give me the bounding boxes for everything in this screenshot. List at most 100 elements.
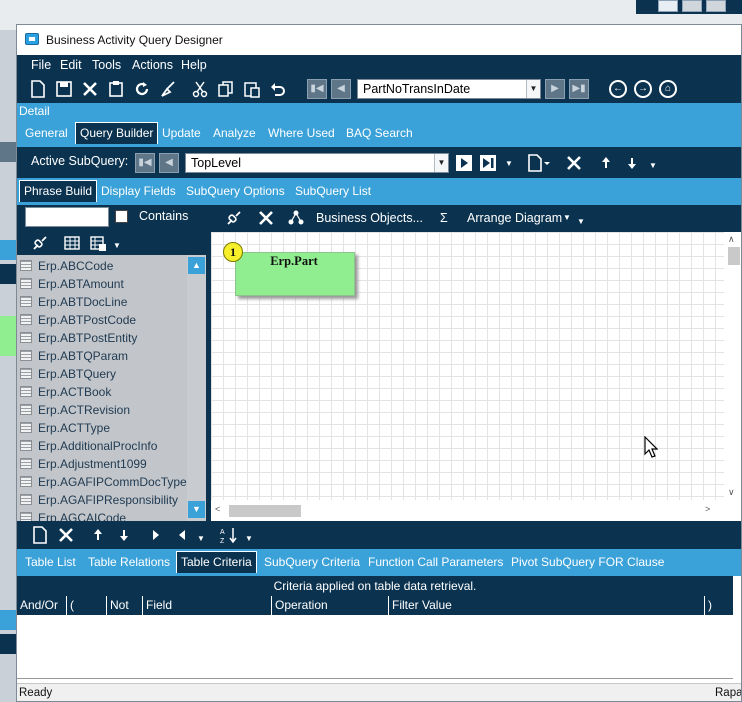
tab-pivot-subquery-for-clause[interactable]: Pivot SubQuery FOR Clause (511, 555, 664, 569)
contains-checkbox[interactable] (115, 210, 128, 223)
new-criteria-icon[interactable] (31, 526, 49, 544)
subquery-prev-button[interactable]: ◀ (159, 153, 179, 173)
column-header-not[interactable]: Not (107, 596, 143, 615)
chevron-down-icon[interactable]: ▼ (245, 534, 253, 543)
link-icon[interactable] (31, 234, 49, 252)
subquery-combo[interactable]: TopLevel ▼ (185, 153, 449, 173)
column-header-field[interactable]: Field (143, 596, 272, 615)
table-list-item[interactable]: Erp.ABTAmount (17, 275, 187, 293)
title-bar[interactable]: Business Activity Query Designer (17, 25, 741, 55)
scroll-up-icon[interactable]: ∧ (728, 234, 735, 245)
table-list-item[interactable]: Erp.AGAFIPResponsibility (17, 491, 187, 509)
diagram-vertical-scrollbar[interactable]: ∧ ∨ (724, 232, 741, 500)
table-list-item[interactable]: Erp.ACTBook (17, 383, 187, 401)
scroll-right-icon[interactable]: > (705, 504, 710, 514)
subquery-last-icon[interactable] (479, 154, 497, 172)
tab-analyze[interactable]: Analyze (213, 126, 256, 140)
move-down-icon[interactable] (623, 154, 641, 172)
chevron-down-icon[interactable]: ▼ (113, 241, 121, 250)
table-filter-input[interactable] (25, 207, 109, 227)
scroll-left-icon[interactable]: < (215, 504, 220, 514)
forward-icon[interactable]: → (634, 80, 652, 98)
chevron-down-icon[interactable]: ▼ (526, 80, 540, 98)
move-up-icon[interactable] (89, 526, 107, 544)
column-header-filter-value[interactable]: Filter Value (389, 596, 705, 615)
tab-table-relations[interactable]: Table Relations (88, 555, 170, 569)
column-header-and-or[interactable]: And/Or (17, 596, 67, 615)
tab-baq-search[interactable]: BAQ Search (346, 126, 413, 140)
table-list-item[interactable]: Erp.ABTDocLine (17, 293, 187, 311)
summary-button[interactable]: Σ (440, 211, 448, 225)
menu-edit[interactable]: Edit (60, 58, 82, 72)
clipboard-icon[interactable] (107, 80, 125, 98)
indent-left-icon[interactable] (173, 526, 191, 544)
chevron-down-icon[interactable]: ▼ (505, 159, 513, 168)
last-record-button[interactable]: ▶▮ (569, 79, 589, 99)
table-node[interactable]: Erp.Part (235, 252, 355, 296)
tab-subquery-criteria[interactable]: SubQuery Criteria (264, 555, 360, 569)
join-icon[interactable] (225, 209, 243, 227)
chevron-down-icon[interactable]: ▼ (197, 534, 205, 543)
column-header-operation[interactable]: Operation (272, 596, 389, 615)
subquery-first-button[interactable]: ▮◀ (135, 153, 155, 173)
table-list-item[interactable]: Erp.ACTRevision (17, 401, 187, 419)
move-down-icon[interactable] (115, 526, 133, 544)
save-icon[interactable] (55, 80, 73, 98)
first-record-button[interactable]: ▮◀ (307, 79, 327, 99)
indent-right-icon[interactable] (147, 526, 165, 544)
remove-table-icon[interactable] (257, 209, 275, 227)
menu-file[interactable]: File (31, 58, 51, 72)
copy-icon[interactable] (217, 80, 235, 98)
table-list-item[interactable]: Erp.AdditionalProcInfo (17, 437, 187, 455)
table-list-item[interactable]: Erp.ABCCode (17, 257, 187, 275)
undo-icon[interactable] (269, 80, 287, 98)
scroll-up-icon[interactable]: ▲ (188, 257, 205, 274)
menu-actions[interactable]: Actions (132, 58, 173, 72)
next-record-button[interactable]: ▶ (545, 79, 565, 99)
subquery-next-icon[interactable] (455, 154, 473, 172)
table-list-item[interactable]: Erp.Adjustment1099 (17, 455, 187, 473)
menu-tools[interactable]: Tools (92, 58, 121, 72)
delete-criteria-icon[interactable] (57, 526, 75, 544)
tab-table-list[interactable]: Table List (25, 555, 76, 569)
subquery-delete-icon[interactable] (565, 154, 583, 172)
cut-icon[interactable] (191, 80, 209, 98)
table-list-item[interactable]: Erp.ABTQParam (17, 347, 187, 365)
clear-icon[interactable] (159, 80, 177, 98)
table-list-item[interactable]: Erp.ABTQuery (17, 365, 187, 383)
subquery-new-icon[interactable] (527, 154, 550, 172)
table-list-item[interactable]: Erp.AGCAICode (17, 509, 187, 521)
tab-function-call-parameters[interactable]: Function Call Parameters (368, 555, 503, 569)
table-list-item[interactable]: Erp.ACTType (17, 419, 187, 437)
table-list-item[interactable]: Erp.AGAFIPCommDocType (17, 473, 187, 491)
scroll-down-icon[interactable]: ▼ (188, 501, 205, 518)
paste-icon[interactable] (243, 80, 261, 98)
tab-where-used[interactable]: Where Used (268, 126, 335, 140)
menu-help[interactable]: Help (181, 58, 207, 72)
scroll-thumb[interactable] (728, 247, 740, 265)
tab-table-criteria[interactable]: Table Criteria (176, 551, 257, 573)
chevron-down-icon[interactable]: ▼ (577, 217, 585, 226)
new-icon[interactable] (29, 80, 47, 98)
tab-query-builder[interactable]: Query Builder (75, 122, 159, 144)
tab-subquery-list[interactable]: SubQuery List (295, 184, 371, 198)
home-icon[interactable]: ⌂ (659, 80, 677, 98)
delete-icon[interactable] (81, 80, 99, 98)
scroll-down-icon[interactable]: ∨ (728, 487, 735, 498)
query-combo[interactable]: PartNoTransInDate ▼ (357, 79, 541, 99)
chevron-down-icon[interactable]: ▼ (434, 154, 448, 172)
chevron-down-icon[interactable]: ▼ (563, 213, 571, 222)
diagram-horizontal-scrollbar[interactable]: < > (211, 500, 724, 521)
refresh-icon[interactable] (133, 80, 151, 98)
tab-phrase-build[interactable]: Phrase Build (19, 180, 98, 202)
tab-subquery-options[interactable]: SubQuery Options (186, 184, 285, 198)
column-header-close-paren[interactable]: ) (705, 596, 733, 615)
scroll-thumb[interactable] (229, 505, 301, 517)
back-icon[interactable]: ← (609, 80, 627, 98)
table-icon[interactable] (63, 234, 81, 252)
tab-general[interactable]: General (25, 126, 68, 140)
tab-display-fields[interactable]: Display Fields (101, 184, 176, 198)
arrange-diagram-button[interactable]: Arrange Diagram (467, 211, 562, 225)
sort-icon[interactable]: AZ (219, 526, 237, 545)
chevron-down-icon[interactable]: ▼ (649, 161, 657, 170)
